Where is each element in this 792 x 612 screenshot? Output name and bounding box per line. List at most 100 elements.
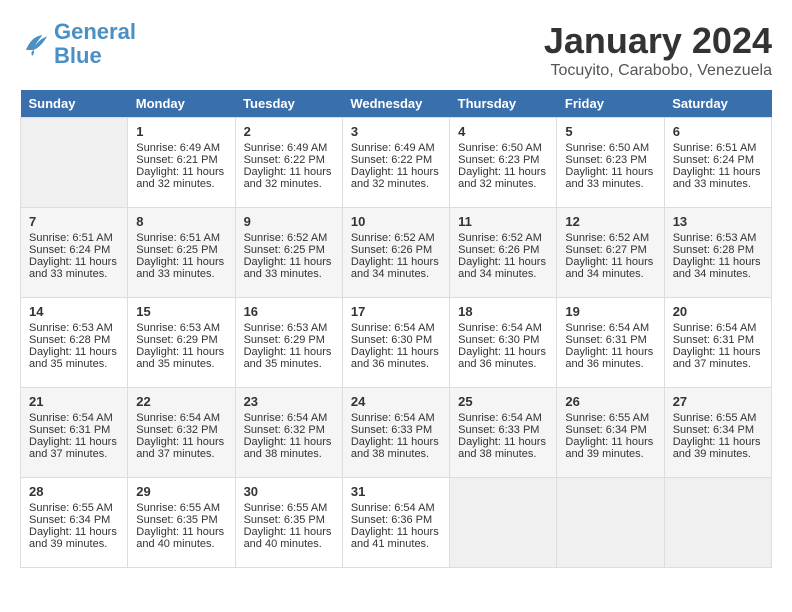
day-number: 24 [351, 394, 441, 409]
sunset-text: Sunset: 6:24 PM [29, 244, 119, 256]
calendar-cell: 14Sunrise: 6:53 AMSunset: 6:28 PMDayligh… [21, 298, 128, 388]
col-header-friday: Friday [557, 90, 664, 118]
calendar-cell: 2Sunrise: 6:49 AMSunset: 6:22 PMDaylight… [235, 118, 342, 208]
daylight-text: Daylight: 11 hours and 41 minutes. [351, 526, 441, 550]
day-number: 26 [565, 394, 655, 409]
calendar-cell: 21Sunrise: 6:54 AMSunset: 6:31 PMDayligh… [21, 388, 128, 478]
daylight-text: Daylight: 11 hours and 36 minutes. [351, 346, 441, 370]
day-number: 2 [244, 124, 334, 139]
daylight-text: Daylight: 11 hours and 34 minutes. [673, 256, 763, 280]
daylight-text: Daylight: 11 hours and 37 minutes. [29, 436, 119, 460]
daylight-text: Daylight: 11 hours and 36 minutes. [565, 346, 655, 370]
sunset-text: Sunset: 6:31 PM [29, 424, 119, 436]
day-number: 12 [565, 214, 655, 229]
sunset-text: Sunset: 6:32 PM [136, 424, 226, 436]
calendar-cell: 18Sunrise: 6:54 AMSunset: 6:30 PMDayligh… [450, 298, 557, 388]
calendar-cell: 16Sunrise: 6:53 AMSunset: 6:29 PMDayligh… [235, 298, 342, 388]
sunrise-text: Sunrise: 6:52 AM [351, 232, 441, 244]
sunset-text: Sunset: 6:28 PM [673, 244, 763, 256]
calendar-cell: 28Sunrise: 6:55 AMSunset: 6:34 PMDayligh… [21, 478, 128, 568]
day-number: 15 [136, 304, 226, 319]
day-number: 9 [244, 214, 334, 229]
daylight-text: Daylight: 11 hours and 34 minutes. [351, 256, 441, 280]
sunset-text: Sunset: 6:30 PM [458, 334, 548, 346]
calendar-cell: 22Sunrise: 6:54 AMSunset: 6:32 PMDayligh… [128, 388, 235, 478]
daylight-text: Daylight: 11 hours and 33 minutes. [29, 256, 119, 280]
day-number: 11 [458, 214, 548, 229]
calendar-cell: 27Sunrise: 6:55 AMSunset: 6:34 PMDayligh… [664, 388, 771, 478]
title-block: January 2024 Tocuyito, Carabobo, Venezue… [544, 20, 772, 80]
sunset-text: Sunset: 6:27 PM [565, 244, 655, 256]
sunrise-text: Sunrise: 6:53 AM [136, 322, 226, 334]
daylight-text: Daylight: 11 hours and 34 minutes. [458, 256, 548, 280]
calendar-cell: 15Sunrise: 6:53 AMSunset: 6:29 PMDayligh… [128, 298, 235, 388]
daylight-text: Daylight: 11 hours and 32 minutes. [351, 166, 441, 190]
calendar-cell: 3Sunrise: 6:49 AMSunset: 6:22 PMDaylight… [342, 118, 449, 208]
sunset-text: Sunset: 6:32 PM [244, 424, 334, 436]
daylight-text: Daylight: 11 hours and 33 minutes. [673, 166, 763, 190]
calendar-cell: 29Sunrise: 6:55 AMSunset: 6:35 PMDayligh… [128, 478, 235, 568]
header-row: SundayMondayTuesdayWednesdayThursdayFrid… [21, 90, 772, 118]
day-number: 20 [673, 304, 763, 319]
day-number: 27 [673, 394, 763, 409]
calendar-cell: 7Sunrise: 6:51 AMSunset: 6:24 PMDaylight… [21, 208, 128, 298]
sunrise-text: Sunrise: 6:53 AM [673, 232, 763, 244]
daylight-text: Daylight: 11 hours and 38 minutes. [351, 436, 441, 460]
calendar-row: 1Sunrise: 6:49 AMSunset: 6:21 PMDaylight… [21, 118, 772, 208]
calendar-cell: 30Sunrise: 6:55 AMSunset: 6:35 PMDayligh… [235, 478, 342, 568]
sunrise-text: Sunrise: 6:54 AM [136, 412, 226, 424]
sunrise-text: Sunrise: 6:53 AM [244, 322, 334, 334]
daylight-text: Daylight: 11 hours and 39 minutes. [565, 436, 655, 460]
col-header-tuesday: Tuesday [235, 90, 342, 118]
calendar-row: 7Sunrise: 6:51 AMSunset: 6:24 PMDaylight… [21, 208, 772, 298]
calendar-cell: 20Sunrise: 6:54 AMSunset: 6:31 PMDayligh… [664, 298, 771, 388]
sunrise-text: Sunrise: 6:54 AM [673, 322, 763, 334]
logo-blue: Blue [54, 43, 102, 68]
sunrise-text: Sunrise: 6:54 AM [351, 412, 441, 424]
sunrise-text: Sunrise: 6:52 AM [244, 232, 334, 244]
sunset-text: Sunset: 6:34 PM [29, 514, 119, 526]
sunrise-text: Sunrise: 6:49 AM [136, 142, 226, 154]
sunset-text: Sunset: 6:24 PM [673, 154, 763, 166]
col-header-sunday: Sunday [21, 90, 128, 118]
sunset-text: Sunset: 6:34 PM [565, 424, 655, 436]
calendar-cell: 5Sunrise: 6:50 AMSunset: 6:23 PMDaylight… [557, 118, 664, 208]
sunrise-text: Sunrise: 6:51 AM [673, 142, 763, 154]
daylight-text: Daylight: 11 hours and 32 minutes. [244, 166, 334, 190]
sunset-text: Sunset: 6:25 PM [244, 244, 334, 256]
day-number: 4 [458, 124, 548, 139]
sunrise-text: Sunrise: 6:54 AM [458, 322, 548, 334]
sunrise-text: Sunrise: 6:49 AM [351, 142, 441, 154]
sunset-text: Sunset: 6:29 PM [244, 334, 334, 346]
daylight-text: Daylight: 11 hours and 32 minutes. [458, 166, 548, 190]
sunset-text: Sunset: 6:26 PM [351, 244, 441, 256]
calendar-cell [450, 478, 557, 568]
sunrise-text: Sunrise: 6:55 AM [673, 412, 763, 424]
sunset-text: Sunset: 6:23 PM [565, 154, 655, 166]
day-number: 30 [244, 484, 334, 499]
sunset-text: Sunset: 6:25 PM [136, 244, 226, 256]
sunset-text: Sunset: 6:35 PM [244, 514, 334, 526]
sunrise-text: Sunrise: 6:50 AM [458, 142, 548, 154]
calendar-cell: 24Sunrise: 6:54 AMSunset: 6:33 PMDayligh… [342, 388, 449, 478]
day-number: 16 [244, 304, 334, 319]
sunset-text: Sunset: 6:22 PM [351, 154, 441, 166]
day-number: 25 [458, 394, 548, 409]
col-header-thursday: Thursday [450, 90, 557, 118]
sunrise-text: Sunrise: 6:54 AM [29, 412, 119, 424]
location-subtitle: Tocuyito, Carabobo, Venezuela [544, 62, 772, 80]
calendar-cell: 23Sunrise: 6:54 AMSunset: 6:32 PMDayligh… [235, 388, 342, 478]
sunset-text: Sunset: 6:31 PM [565, 334, 655, 346]
calendar-table: SundayMondayTuesdayWednesdayThursdayFrid… [20, 90, 772, 568]
sunrise-text: Sunrise: 6:52 AM [458, 232, 548, 244]
calendar-cell [21, 118, 128, 208]
calendar-cell: 26Sunrise: 6:55 AMSunset: 6:34 PMDayligh… [557, 388, 664, 478]
col-header-monday: Monday [128, 90, 235, 118]
day-number: 8 [136, 214, 226, 229]
calendar-cell: 8Sunrise: 6:51 AMSunset: 6:25 PMDaylight… [128, 208, 235, 298]
daylight-text: Daylight: 11 hours and 35 minutes. [29, 346, 119, 370]
daylight-text: Daylight: 11 hours and 37 minutes. [673, 346, 763, 370]
day-number: 19 [565, 304, 655, 319]
calendar-cell: 13Sunrise: 6:53 AMSunset: 6:28 PMDayligh… [664, 208, 771, 298]
calendar-cell: 31Sunrise: 6:54 AMSunset: 6:36 PMDayligh… [342, 478, 449, 568]
